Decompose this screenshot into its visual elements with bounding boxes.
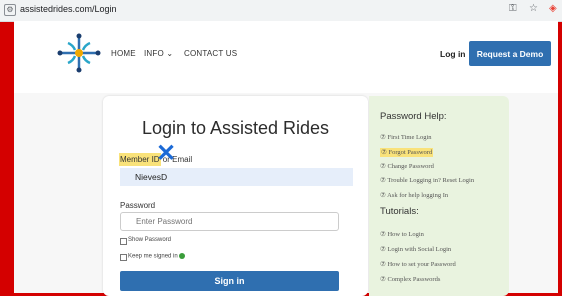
tutorial-social-login[interactable]: ⑦ Login with Social Login: [380, 245, 451, 253]
password-input[interactable]: [120, 212, 339, 231]
nav-info-label: INFO: [144, 49, 164, 58]
keep-signed-in-checkbox[interactable]: [120, 254, 127, 261]
x-annotation-icon: ✕: [156, 140, 177, 167]
member-id-input[interactable]: [120, 168, 353, 186]
web-page: HOME INFO ⌄ CONTACT US Log in Request a …: [14, 21, 558, 296]
forgot-password-highlight: ⑦ Forgot Password: [380, 148, 434, 157]
star-icon[interactable]: ☆: [529, 3, 538, 14]
key-icon[interactable]: ⚿: [509, 3, 517, 14]
tutorial-how-to-login[interactable]: ⑦ How to Login: [380, 230, 424, 238]
password-help-title: Password Help:: [380, 111, 447, 122]
url-text[interactable]: assistedrides.com/Login: [20, 4, 117, 14]
password-label: Password: [120, 201, 156, 210]
help-item-first-time-login[interactable]: ⑦ First Time Login: [380, 133, 432, 141]
help-item-forgot-password[interactable]: ⑦ Forgot Password: [380, 148, 434, 157]
login-card: Login to Assisted Rides Member ID or Ema…: [103, 96, 368, 296]
help-item-reset-login[interactable]: ⑦ Trouble Logging in? Reset Login: [380, 176, 474, 184]
chevron-down-icon: ⌄: [166, 49, 174, 58]
request-demo-button[interactable]: Request a Demo: [469, 41, 551, 66]
show-password-label: Show Password: [128, 237, 172, 243]
keep-signed-in-label: Keep me signed in: [128, 253, 186, 260]
tutorials-title: Tutorials:: [380, 206, 419, 217]
login-link[interactable]: Log in: [440, 49, 466, 59]
nav-info[interactable]: INFO ⌄: [144, 49, 173, 58]
password-help-panel: Password Help: ⑦ First Time Login ⑦ Forg…: [369, 96, 509, 296]
content-area: Login to Assisted Rides Member ID or Ema…: [14, 93, 558, 296]
nav-home[interactable]: HOME: [111, 49, 136, 58]
help-item-ask-for-help[interactable]: ⑦ Ask for help logging In: [380, 191, 448, 199]
extension-icon[interactable]: ◈: [549, 3, 557, 14]
tune-icon[interactable]: ⚙: [4, 4, 16, 16]
show-password-checkbox[interactable]: [120, 238, 127, 245]
member-id-highlight: Member ID: [119, 153, 161, 166]
screenshot-frame: ⚙ assistedrides.com/Login ⚿ ☆ ◈ HOME INF…: [0, 0, 562, 296]
sign-in-button[interactable]: Sign in: [120, 271, 339, 291]
tutorial-set-password[interactable]: ⑦ How to set your Password: [380, 260, 456, 268]
assisted-rides-logo[interactable]: [54, 31, 104, 75]
nav-contact[interactable]: CONTACT US: [184, 49, 237, 58]
browser-address-bar: ⚙ assistedrides.com/Login ⚿ ☆ ◈: [0, 0, 562, 22]
help-item-change-password[interactable]: ⑦ Change Password: [380, 162, 434, 170]
tutorial-complex-passwords[interactable]: ⑦ Complex Passwords: [380, 275, 440, 283]
keep-signed-in-text: Keep me signed in: [128, 253, 178, 260]
page-title: Login to Assisted Rides: [141, 118, 330, 138]
info-icon[interactable]: [179, 253, 186, 259]
